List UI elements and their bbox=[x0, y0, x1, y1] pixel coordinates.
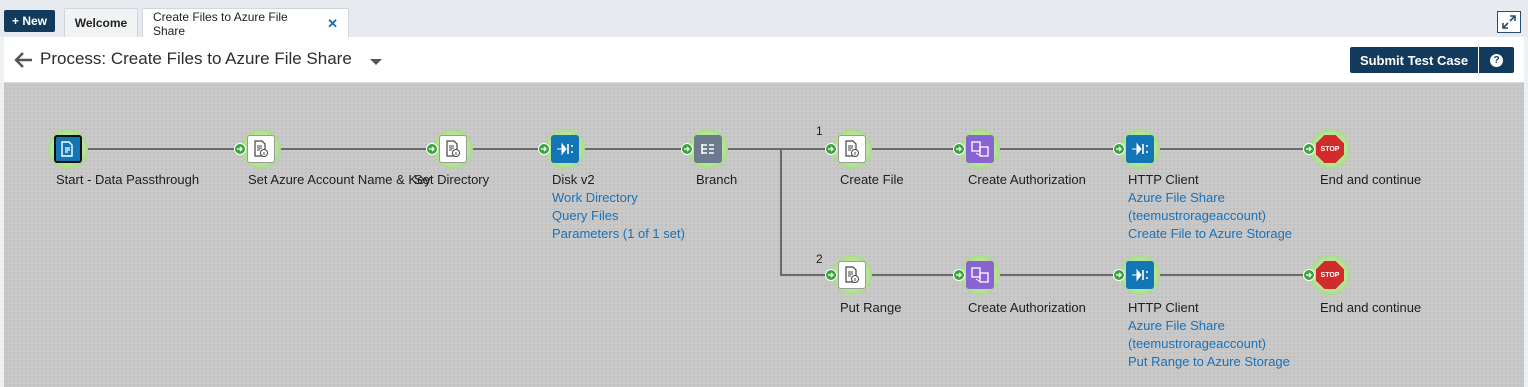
shape-create-authorization[interactable] bbox=[953, 255, 1000, 295]
http-link-connection[interactable]: Azure File Share bbox=[1128, 190, 1225, 205]
chevron-down-icon[interactable] bbox=[370, 59, 382, 65]
connector-icon bbox=[551, 135, 579, 163]
arrow-right-icon bbox=[825, 143, 837, 155]
back-arrow-icon[interactable] bbox=[14, 51, 34, 69]
arrow-right-icon bbox=[953, 143, 965, 155]
arrow-right-icon bbox=[426, 143, 438, 155]
arrow-right-icon bbox=[1303, 269, 1315, 281]
tab-welcome[interactable]: Welcome bbox=[64, 8, 138, 37]
shape-label: HTTP Client bbox=[1128, 172, 1199, 187]
connection-line bbox=[780, 148, 782, 276]
shape-label: Put Range bbox=[840, 300, 902, 315]
connector-icon bbox=[1126, 261, 1154, 289]
tab-label: Create Files to Azure File Share bbox=[153, 9, 288, 38]
stop-sign-text: STOP bbox=[1316, 261, 1344, 289]
shape-create-file[interactable] bbox=[825, 129, 872, 169]
document-arrow-icon bbox=[54, 135, 82, 163]
shape-start[interactable] bbox=[48, 129, 88, 169]
process-canvas[interactable]: 1 2 Start - Data Passthrough Set Azure A… bbox=[4, 83, 1524, 387]
document-info-icon bbox=[838, 135, 866, 163]
arrow-right-icon bbox=[1113, 269, 1125, 281]
shape-label: Start - Data Passthrough bbox=[56, 172, 200, 187]
disk-link-parameters[interactable]: Parameters (1 of 1 set) bbox=[552, 226, 685, 241]
shape-label: Set Directory bbox=[414, 172, 490, 187]
shape-http-client[interactable] bbox=[1113, 255, 1160, 295]
shape-label: Create Authorization bbox=[968, 300, 1086, 315]
http-link-connection-account[interactable]: (teemustrorageaccount) bbox=[1128, 208, 1266, 223]
shape-label: HTTP Client bbox=[1128, 300, 1199, 315]
shape-label: End and continue bbox=[1320, 172, 1422, 187]
branch-icon bbox=[694, 135, 722, 163]
branch-number: 1 bbox=[816, 124, 823, 138]
shape-label: Disk v2 bbox=[552, 172, 595, 187]
page-title: Process: Create Files to Azure File Shar… bbox=[40, 49, 352, 68]
shape-stop[interactable]: STOP bbox=[1303, 129, 1350, 169]
shape-label: Create Authorization bbox=[968, 172, 1086, 187]
document-info-icon bbox=[247, 135, 275, 163]
help-icon: ? bbox=[1490, 53, 1503, 67]
close-tab-icon[interactable]: ✕ bbox=[327, 16, 338, 32]
stop-sign-text: STOP bbox=[1316, 135, 1344, 163]
shape-put-range[interactable] bbox=[825, 255, 872, 295]
shape-branch[interactable] bbox=[681, 129, 728, 169]
arrow-right-icon bbox=[825, 269, 837, 281]
submit-test-case-button[interactable]: Submit Test Case bbox=[1350, 47, 1478, 73]
shape-disk-connector[interactable] bbox=[538, 129, 585, 169]
shape-create-authorization[interactable] bbox=[953, 129, 1000, 169]
expand-icon[interactable] bbox=[1497, 11, 1521, 33]
map-icon bbox=[966, 135, 994, 163]
help-button[interactable]: ? bbox=[1479, 47, 1514, 73]
map-icon bbox=[966, 261, 994, 289]
connector-icon bbox=[1126, 135, 1154, 163]
http-link-operation[interactable]: Put Range to Azure Storage bbox=[1128, 354, 1290, 369]
shape-http-client[interactable] bbox=[1113, 129, 1160, 169]
document-info-icon bbox=[838, 261, 866, 289]
http-link-operation[interactable]: Create File to Azure Storage bbox=[1128, 226, 1292, 241]
shape-label: Set Azure Account Name & Key bbox=[248, 172, 431, 187]
shape-label: Branch bbox=[696, 172, 738, 187]
shape-set-properties[interactable] bbox=[234, 129, 281, 169]
arrow-right-icon bbox=[538, 143, 550, 155]
arrow-right-icon bbox=[953, 269, 965, 281]
arrow-right-icon bbox=[234, 143, 246, 155]
process-header: Process: Create Files to Azure File Shar… bbox=[4, 37, 1524, 83]
http-link-connection-account[interactable]: (teemustrorageaccount) bbox=[1128, 336, 1266, 351]
shape-label: Create File bbox=[840, 172, 904, 187]
shape-set-directory[interactable] bbox=[426, 129, 473, 169]
shape-label: End and continue bbox=[1320, 300, 1422, 315]
disk-link-connection[interactable]: Work Directory bbox=[552, 190, 638, 205]
tab-bar: + New Welcome Create Files to Azure File… bbox=[0, 0, 1528, 38]
stop-icon: STOP bbox=[1316, 135, 1344, 163]
tab-label: Welcome bbox=[74, 16, 128, 30]
shape-stop[interactable]: STOP bbox=[1303, 255, 1350, 295]
tab-process[interactable]: Create Files to Azure File Share ✕ bbox=[142, 8, 349, 38]
arrow-right-icon bbox=[1113, 143, 1125, 155]
document-info-icon bbox=[439, 135, 467, 163]
process-panel: Process: Create Files to Azure File Shar… bbox=[4, 37, 1524, 387]
new-button[interactable]: + New bbox=[4, 10, 56, 32]
stop-icon: STOP bbox=[1316, 261, 1344, 289]
branch-number: 2 bbox=[816, 252, 823, 266]
disk-link-operation[interactable]: Query Files bbox=[552, 208, 618, 223]
http-link-connection[interactable]: Azure File Share bbox=[1128, 318, 1225, 333]
arrow-right-icon bbox=[681, 143, 693, 155]
arrow-right-icon bbox=[1303, 143, 1315, 155]
